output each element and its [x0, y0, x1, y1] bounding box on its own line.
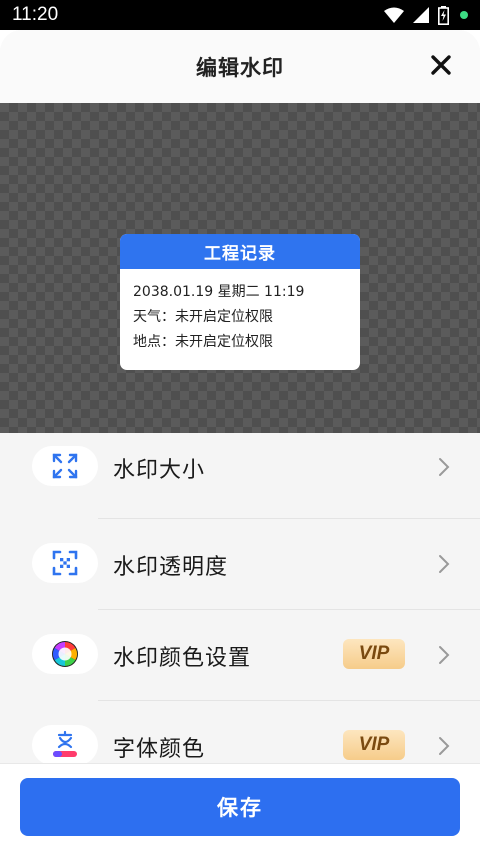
- sheet-header: 编辑水印: [0, 30, 480, 103]
- status-bar: 11:20: [0, 0, 480, 30]
- close-button[interactable]: [428, 52, 454, 78]
- expand-icon-pill: [32, 446, 98, 486]
- watermark-header: 工程记录: [120, 234, 360, 269]
- save-button[interactable]: 保存: [20, 778, 460, 836]
- color-wheel-icon: [52, 641, 78, 667]
- battery-icon: [438, 5, 449, 25]
- chevron-right-icon: [439, 458, 450, 476]
- option-watermark-color[interactable]: 水印颜色设置 VIP: [0, 609, 480, 699]
- wifi-icon: [384, 7, 404, 23]
- watermark-card[interactable]: 工程记录 2038.01.19 星期二 11:19 天气：未开启定位权限 地点：…: [120, 234, 360, 370]
- signal-icon: [413, 7, 429, 23]
- opacity-icon: [52, 550, 78, 576]
- watermark-datetime: 2038.01.19 星期二 11:19: [133, 284, 305, 300]
- option-label: 水印颜色设置: [113, 646, 252, 671]
- font-color-icon-pill: [32, 725, 98, 765]
- chevron-right-icon: [439, 646, 450, 664]
- status-icons: [384, 5, 468, 25]
- option-label: 水印透明度: [113, 555, 229, 580]
- color-wheel-icon-pill: [32, 634, 98, 674]
- notification-dot: [460, 11, 468, 19]
- edit-watermark-sheet: 编辑水印 工程记录 2038.01.19 星期二 11:19 天气：未开启定位权…: [0, 30, 480, 853]
- opacity-icon-pill: [32, 543, 98, 583]
- watermark-body: 2038.01.19 星期二 11:19 天气：未开启定位权限 地点：未开启定位…: [120, 269, 360, 355]
- chevron-right-icon: [439, 737, 450, 755]
- expand-icon: [52, 453, 78, 479]
- watermark-weather: 天气：未开启定位权限: [133, 309, 273, 325]
- options-list: 水印大小 水印透明度 水印颜色设置 VIP 字体颜色 VIP: [0, 433, 480, 765]
- option-label: 字体颜色: [113, 737, 206, 762]
- vip-badge: VIP: [343, 639, 405, 669]
- sheet-title: 编辑水印: [196, 55, 284, 80]
- footer: 保存: [0, 763, 480, 853]
- chevron-right-icon: [439, 555, 450, 573]
- watermark-location: 地点：未开启定位权限: [133, 334, 273, 350]
- option-label: 水印大小: [113, 458, 206, 483]
- status-time: 11:20: [12, 4, 59, 25]
- font-color-icon: [53, 730, 77, 757]
- option-watermark-size[interactable]: 水印大小: [0, 426, 480, 516]
- close-icon: [431, 55, 451, 75]
- vip-badge: VIP: [343, 730, 405, 760]
- option-watermark-opacity[interactable]: 水印透明度: [0, 518, 480, 608]
- watermark-preview: 工程记录 2038.01.19 星期二 11:19 天气：未开启定位权限 地点：…: [0, 103, 480, 433]
